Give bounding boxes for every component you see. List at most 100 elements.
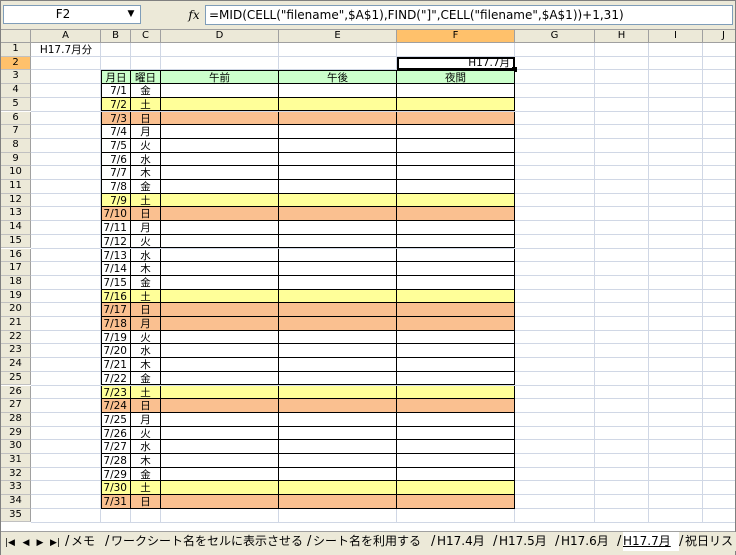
row-header-26[interactable]: 26 [1,385,31,400]
date-cell[interactable]: 7/17 [101,303,131,317]
date-cell[interactable]: 7/26 [101,426,131,441]
row-header-4[interactable]: 4 [1,84,31,98]
prev-sheet-icon[interactable]: ◀ [20,537,32,549]
night-cell[interactable] [397,125,515,139]
morning-cell[interactable] [161,454,279,468]
date-cell[interactable]: 7/31 [101,495,131,509]
morning-cell[interactable] [161,358,279,372]
sheet-tab-0[interactable]: メモ [71,532,105,551]
row-header-8[interactable]: 8 [1,138,31,153]
date-cell[interactable]: 7/19 [101,330,131,345]
date-cell[interactable]: 7/30 [101,481,131,496]
night-cell[interactable] [397,440,515,454]
morning-cell[interactable] [161,317,279,331]
morning-cell[interactable] [161,180,279,194]
afternoon-cell[interactable] [279,385,397,400]
first-sheet-icon[interactable]: |◀ [4,537,16,549]
sheet-tab-5[interactable]: H17.6月 [561,532,617,551]
row-header-3[interactable]: 3 [1,70,31,85]
afternoon-cell[interactable] [279,426,397,441]
afternoon-cell[interactable] [279,97,397,112]
weekday-cell[interactable]: 土 [131,481,161,496]
afternoon-cell[interactable] [279,166,397,180]
night-cell[interactable] [397,303,515,317]
weekday-cell[interactable]: 水 [131,440,161,454]
date-cell[interactable]: 7/18 [101,317,131,331]
afternoon-cell[interactable] [279,289,397,304]
row-header-20[interactable]: 20 [1,303,31,317]
weekday-cell[interactable]: 金 [131,371,161,386]
morning-cell[interactable] [161,481,279,496]
row-header-18[interactable]: 18 [1,275,31,290]
morning-cell[interactable] [161,138,279,153]
row-header-11[interactable]: 11 [1,180,31,194]
night-cell[interactable] [397,97,515,112]
afternoon-cell[interactable] [279,317,397,331]
afternoon-cell[interactable] [279,371,397,386]
night-cell[interactable] [397,180,515,194]
afternoon-cell[interactable] [279,303,397,317]
night-cell[interactable] [397,317,515,331]
weekday-cell[interactable]: 月 [131,125,161,139]
night-cell[interactable] [397,207,515,222]
afternoon-cell[interactable] [279,138,397,153]
row-header-15[interactable]: 15 [1,234,31,249]
morning-cell[interactable] [161,125,279,139]
night-cell[interactable] [397,262,515,276]
row-header-32[interactable]: 32 [1,467,31,482]
weekday-cell[interactable]: 土 [131,385,161,400]
night-cell[interactable] [397,193,515,208]
worksheet-grid[interactable]: ABCDEFGHIJ 1 2 3 4 5 6 7 8 9 10 11 12 13 14 15 16 17 18 19… [1,30,735,530]
morning-cell[interactable] [161,440,279,454]
sheet-tab-2[interactable]: シート名を利用する [313,532,431,551]
date-cell[interactable]: 7/9 [101,193,131,208]
date-cell[interactable]: 7/2 [101,97,131,112]
afternoon-cell[interactable] [279,125,397,139]
row-header-29[interactable]: 29 [1,426,31,441]
afternoon-cell[interactable] [279,344,397,359]
date-cell[interactable]: 7/21 [101,358,131,372]
weekday-cell[interactable]: 金 [131,180,161,194]
date-cell[interactable]: 7/16 [101,289,131,304]
row-header-14[interactable]: 14 [1,221,31,235]
row-header-30[interactable]: 30 [1,440,31,454]
row-header-33[interactable]: 33 [1,481,31,496]
row-header-35[interactable]: 35 [1,508,31,523]
date-cell[interactable]: 7/15 [101,275,131,290]
weekday-cell[interactable]: 日 [131,495,161,509]
column-header-e[interactable]: E [279,30,397,43]
weekday-cell[interactable]: 木 [131,454,161,468]
row-header-2[interactable]: 2 [1,56,31,71]
weekday-cell[interactable]: 水 [131,344,161,359]
row-header-10[interactable]: 10 [1,166,31,180]
column-header-d[interactable]: D [161,30,279,43]
header-month-day[interactable]: 月日 [101,70,131,85]
weekday-cell[interactable]: 火 [131,234,161,249]
night-cell[interactable] [397,275,515,290]
date-cell[interactable]: 7/8 [101,180,131,194]
function-icon[interactable]: fx [185,6,203,24]
weekday-cell[interactable]: 火 [131,138,161,153]
date-cell[interactable]: 7/12 [101,234,131,249]
morning-cell[interactable] [161,193,279,208]
date-cell[interactable]: 7/7 [101,166,131,180]
sheet-tab-7[interactable]: 祝日リスト [685,532,736,551]
night-cell[interactable] [397,330,515,345]
weekday-cell[interactable]: 木 [131,166,161,180]
header-night[interactable]: 夜間 [397,70,515,85]
night-cell[interactable] [397,481,515,496]
weekday-cell[interactable]: 日 [131,207,161,222]
afternoon-cell[interactable] [279,207,397,222]
row-header-12[interactable]: 12 [1,193,31,208]
date-cell[interactable]: 7/28 [101,454,131,468]
header-weekday[interactable]: 曜日 [131,70,161,85]
morning-cell[interactable] [161,344,279,359]
column-header-g[interactable]: G [515,30,595,43]
row-header-28[interactable]: 28 [1,412,31,427]
morning-cell[interactable] [161,111,279,126]
row-header-23[interactable]: 23 [1,344,31,359]
afternoon-cell[interactable] [279,399,397,413]
row-header-25[interactable]: 25 [1,371,31,386]
morning-cell[interactable] [161,97,279,112]
afternoon-cell[interactable] [279,84,397,98]
